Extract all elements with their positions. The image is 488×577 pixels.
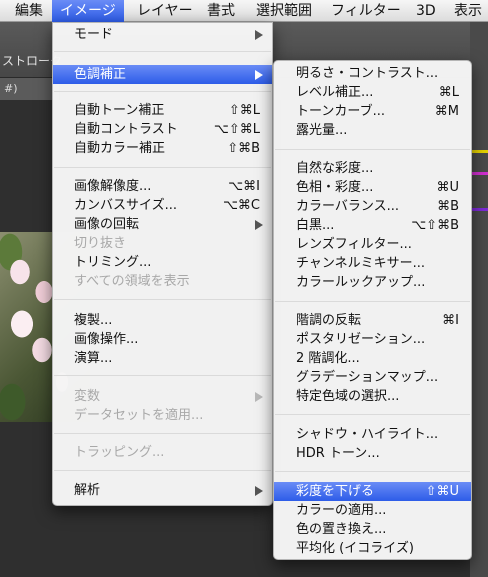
adj-hue-saturation[interactable]: 色相・彩度... ⌘U bbox=[274, 178, 471, 197]
menubar-layer[interactable]: レイヤー bbox=[129, 0, 201, 22]
adj-black-white[interactable]: 白黒... ⌥⇧⌘B bbox=[274, 216, 471, 235]
image-menu-calculations[interactable]: 演算... bbox=[53, 349, 272, 368]
image-menu-crop: 切り抜き bbox=[74, 236, 127, 251]
submenu-arrow-icon bbox=[255, 392, 263, 402]
menu-divider bbox=[54, 51, 271, 52]
adj-curves[interactable]: トーンカーブ... ⌘M bbox=[274, 102, 471, 121]
image-menu-mode[interactable]: モード bbox=[53, 25, 272, 44]
adj-replace-color[interactable]: 色の置き換え... bbox=[274, 520, 471, 539]
menu-divider bbox=[54, 167, 271, 168]
adj-vibrance[interactable]: 自然な彩度... bbox=[274, 159, 471, 178]
adj-desaturate[interactable]: 彩度を下げる ⇧⌘U bbox=[274, 482, 471, 501]
submenu-arrow-icon bbox=[255, 486, 263, 496]
image-menu-auto-color[interactable]: 自動カラー補正 ⇧⌘B bbox=[53, 139, 272, 158]
document-tab[interactable]: #) bbox=[0, 78, 60, 100]
menu-divider bbox=[275, 149, 470, 150]
adj-hdr-toning[interactable]: HDR トーン... bbox=[274, 444, 471, 463]
image-menu-image-size[interactable]: 画像解像度... ⌥⌘I bbox=[53, 177, 272, 196]
image-menu-rotation[interactable]: 画像の回転 bbox=[53, 215, 272, 234]
image-menu-reveal-all: すべての領域を表示 bbox=[74, 274, 190, 289]
submenu-arrow-icon bbox=[255, 30, 263, 40]
adj-exposure[interactable]: 露光量... bbox=[274, 121, 471, 140]
menu-divider bbox=[54, 91, 271, 92]
adj-brightness-contrast[interactable]: 明るさ・コントラスト... bbox=[274, 64, 471, 83]
adj-threshold[interactable]: 2 階調化... bbox=[274, 349, 471, 368]
menu-bar: 編集 イメージ レイヤー 書式 選択範囲 フィルター 3D 表示 bbox=[0, 0, 488, 22]
image-menu-apply-image[interactable]: 画像操作... bbox=[53, 330, 272, 349]
menubar-view[interactable]: 表示 bbox=[446, 0, 488, 22]
menu-divider bbox=[54, 470, 271, 471]
adj-channel-mixer[interactable]: チャンネルミキサー... bbox=[274, 254, 471, 273]
image-menu-canvas-size[interactable]: カンバスサイズ... ⌥⌘C bbox=[53, 196, 272, 215]
swatch-magenta bbox=[472, 172, 488, 175]
adj-color-balance[interactable]: カラーバランス... ⌘B bbox=[274, 197, 471, 216]
menu-divider bbox=[54, 433, 271, 434]
menubar-select[interactable]: 選択範囲 bbox=[248, 0, 320, 22]
swatch-purple bbox=[472, 208, 488, 211]
adj-invert[interactable]: 階調の反転 ⌘I bbox=[274, 311, 471, 330]
adj-shadows-highlights[interactable]: シャドウ・ハイライト... bbox=[274, 425, 471, 444]
adjustments-submenu: 明るさ・コントラスト... レベル補正... ⌘L トーンカーブ... ⌘M 露… bbox=[273, 60, 472, 560]
menubar-filter[interactable]: フィルター bbox=[323, 0, 409, 22]
menu-divider bbox=[275, 414, 470, 415]
adj-equalize[interactable]: 平均化 (イコライズ) bbox=[274, 539, 471, 558]
image-menu-auto-contrast[interactable]: 自動コントラスト ⌥⇧⌘L bbox=[53, 120, 272, 139]
image-menu-auto-tone[interactable]: 自動トーン補正 ⇧⌘L bbox=[53, 101, 272, 120]
adj-selective-color[interactable]: 特定色域の選択... bbox=[274, 387, 471, 406]
menu-divider bbox=[275, 471, 470, 472]
image-menu-adjustments[interactable]: 色調補正 bbox=[53, 65, 272, 84]
menubar-type[interactable]: 書式 bbox=[199, 0, 243, 22]
adj-color-lookup[interactable]: カラールックアップ... bbox=[274, 273, 471, 292]
adj-levels[interactable]: レベル補正... ⌘L bbox=[274, 83, 471, 102]
image-menu-apply-dataset: データセットを適用... bbox=[74, 408, 204, 423]
image-menu-duplicate[interactable]: 複製... bbox=[53, 311, 272, 330]
image-menu-analysis[interactable]: 解析 bbox=[53, 481, 272, 500]
adj-match-color[interactable]: カラーの適用... bbox=[274, 501, 471, 520]
adj-photo-filter[interactable]: レンズフィルター... bbox=[274, 235, 471, 254]
menubar-image[interactable]: イメージ bbox=[52, 0, 124, 22]
menubar-3d[interactable]: 3D bbox=[408, 0, 444, 22]
right-panel bbox=[470, 22, 488, 577]
submenu-arrow-icon bbox=[255, 70, 263, 80]
image-menu: モード 色調補正 自動トーン補正 ⇧⌘L 自動コントラスト ⌥⇧⌘L 自動カラー… bbox=[52, 22, 273, 506]
image-menu-trap: トラッピング... bbox=[74, 445, 165, 460]
adj-gradient-map[interactable]: グラデーションマップ... bbox=[274, 368, 471, 387]
menu-divider bbox=[54, 299, 271, 300]
swatch-yellow bbox=[472, 150, 488, 153]
image-menu-trim[interactable]: トリミング... bbox=[53, 253, 272, 272]
menu-divider bbox=[54, 375, 271, 376]
image-menu-variables: 変数 bbox=[53, 387, 272, 406]
adj-posterize[interactable]: ポスタリゼーション... bbox=[274, 330, 471, 349]
submenu-arrow-icon bbox=[255, 220, 263, 230]
menubar-edit[interactable]: 編集 bbox=[7, 0, 51, 22]
menu-divider bbox=[275, 301, 470, 302]
